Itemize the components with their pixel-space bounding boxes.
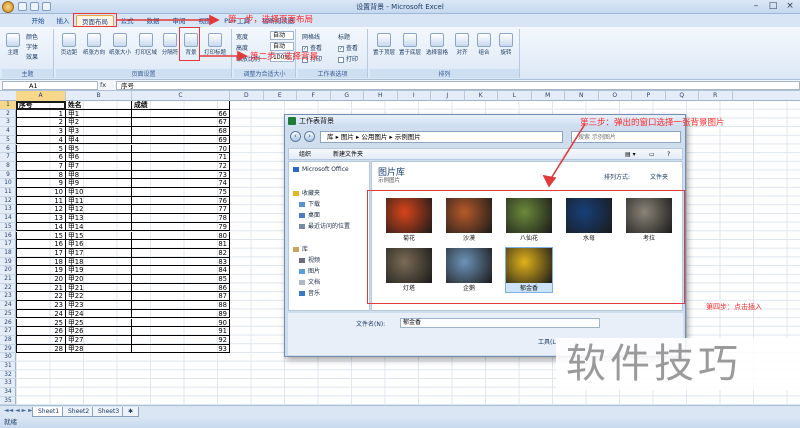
annotation-step1: 第一步，选择页面布局 — [228, 15, 314, 25]
annotation-step2: 第二步：选择背景 — [250, 52, 319, 62]
watermark: 软件技巧 — [556, 338, 800, 390]
arrow-head — [209, 14, 220, 26]
annotation-step4: 第四步：点击插入 — [706, 303, 762, 311]
arrow-head — [542, 174, 557, 188]
annotation-step3: 第三步：弹出的窗口选择一张背景图片 — [580, 118, 725, 128]
arrow-step3 — [549, 123, 586, 181]
arrow-head — [237, 50, 248, 62]
